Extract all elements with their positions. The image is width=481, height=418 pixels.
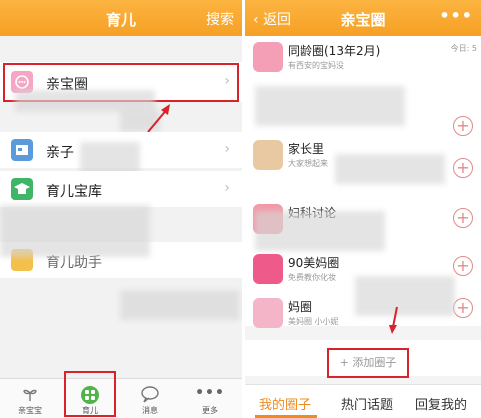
tab-messages[interactable]: 消息 bbox=[120, 379, 180, 418]
left-header: 育儿 搜索 bbox=[0, 0, 242, 36]
today-count: 今日: 5 bbox=[450, 44, 477, 53]
graduation-cap-icon bbox=[11, 178, 33, 200]
tab-qinbaobao[interactable]: 亲宝宝 bbox=[0, 379, 60, 418]
group-subtitle: 免费教你化妆 bbox=[288, 273, 336, 282]
menu-item-label: 亲子 bbox=[46, 145, 74, 161]
search-button[interactable]: 搜索 bbox=[206, 9, 234, 29]
group-subtitle: 有西安的宝妈没 bbox=[288, 61, 344, 70]
left-screen: 育儿 搜索 亲宝圈 › 亲子 › 育儿宝库 › 育儿助手 亲宝宝 育儿 消息 •… bbox=[0, 0, 242, 418]
group-name: 90美妈圈 bbox=[288, 256, 340, 270]
right-screen: ‹ 返回 亲宝圈 ••• 同龄圈(13年2月) 有西安的宝妈没 今日: 5 + … bbox=[245, 0, 481, 418]
more-dots-icon: ••• bbox=[195, 385, 225, 401]
blurred-content bbox=[255, 211, 385, 251]
blurred-content bbox=[0, 205, 150, 257]
group-name: 同龄圈(13年2月) bbox=[288, 44, 381, 58]
add-group-area: + 添加圈子 bbox=[245, 340, 481, 378]
group-name: 家长里 bbox=[288, 142, 325, 156]
group-avatar bbox=[253, 254, 283, 284]
group-tabs: 我的圈子 热门话题 回复我的 bbox=[245, 384, 481, 418]
tab-my-groups[interactable]: 我的圈子 bbox=[259, 394, 311, 413]
add-group-plus-icon[interactable]: + bbox=[453, 298, 473, 318]
highlight-box bbox=[64, 371, 116, 417]
group-item[interactable]: 同龄圈(13年2月) 有西安的宝妈没 今日: 5 bbox=[245, 36, 481, 80]
blurred-content bbox=[120, 290, 240, 320]
group-avatar bbox=[253, 298, 283, 328]
blurred-content bbox=[255, 86, 405, 126]
more-icon[interactable]: ••• bbox=[439, 6, 473, 25]
add-group-button[interactable]: + 添加圈子 bbox=[327, 348, 409, 378]
menu-item-label: 育儿宝库 bbox=[46, 184, 102, 200]
add-group-plus-icon[interactable]: + bbox=[453, 116, 473, 136]
group-avatar bbox=[253, 140, 283, 170]
tab-replies[interactable]: 回复我的 bbox=[415, 394, 467, 413]
bottom-tab-bar: 亲宝宝 育儿 消息 ••• 更多 bbox=[0, 378, 242, 418]
tab-label: 亲宝宝 bbox=[18, 406, 42, 415]
tab-label: 更多 bbox=[202, 406, 218, 415]
blurred-content bbox=[15, 90, 155, 112]
calendar-icon bbox=[11, 139, 33, 161]
right-header: ‹ 返回 亲宝圈 ••• bbox=[245, 0, 481, 36]
add-group-plus-icon[interactable]: + bbox=[453, 256, 473, 276]
tab-hot-topics[interactable]: 热门话题 bbox=[341, 394, 393, 413]
sprout-icon bbox=[0, 385, 60, 403]
menu-item-yuer-baoku[interactable]: 育儿宝库 › bbox=[0, 171, 242, 207]
blurred-content bbox=[355, 276, 455, 316]
group-avatar bbox=[253, 42, 283, 72]
group-subtitle: 大家想起来 bbox=[288, 159, 328, 168]
arrow-annotation-icon bbox=[389, 306, 398, 334]
chat-bubble-icon bbox=[120, 385, 180, 403]
group-subtitle: 美妈圈 小小妮 bbox=[288, 317, 339, 326]
add-group-label: 添加圈子 bbox=[352, 356, 397, 369]
tab-label: 消息 bbox=[142, 406, 158, 415]
chevron-right-icon: › bbox=[224, 141, 230, 157]
add-group-plus-icon[interactable]: + bbox=[453, 208, 473, 228]
add-group-plus-icon[interactable]: + bbox=[453, 158, 473, 178]
group-name: 妈圈 bbox=[288, 300, 313, 314]
chevron-right-icon: › bbox=[224, 180, 230, 196]
tab-more[interactable]: ••• 更多 bbox=[180, 379, 240, 418]
group-list: 同龄圈(13年2月) 有西安的宝妈没 今日: 5 + 家长里 大家想起来 + 妇… bbox=[245, 36, 481, 328]
blurred-content bbox=[335, 154, 445, 184]
plus-icon: + bbox=[339, 356, 353, 369]
